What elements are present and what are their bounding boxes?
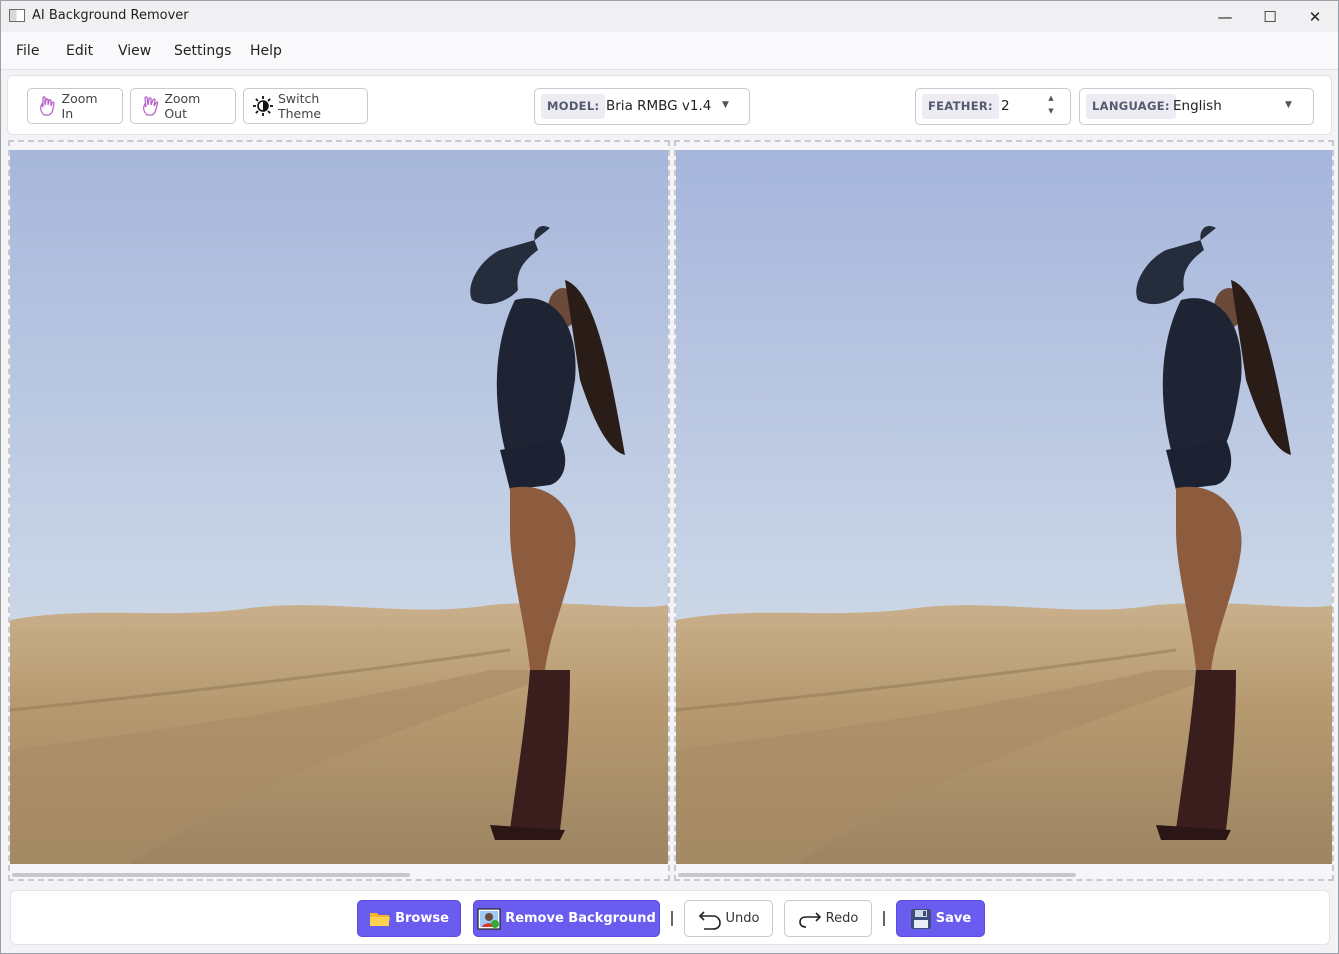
zoom-in-button[interactable]: Zoom In xyxy=(27,88,123,124)
hand-pinch-icon xyxy=(36,94,58,118)
original-image-pane[interactable] xyxy=(8,140,670,881)
app-icon xyxy=(9,9,25,22)
action-bar: Browse Remove Background Undo Redo Save xyxy=(10,890,1330,945)
undo-label: Undo xyxy=(725,911,760,926)
redo-arrow-icon xyxy=(798,910,822,928)
menu-bar: File Edit View Settings Help xyxy=(1,32,1338,70)
floppy-disk-icon xyxy=(910,908,932,930)
model-select[interactable]: MODEL: Bria RMBG v1.4 ▼ xyxy=(534,88,750,125)
switch-theme-label: Switch Theme xyxy=(278,91,322,121)
menu-view[interactable]: View xyxy=(118,43,151,59)
theme-sun-icon xyxy=(252,94,274,118)
browse-label: Browse xyxy=(395,911,449,926)
spin-down-icon[interactable]: ▼ xyxy=(1042,107,1060,119)
folder-icon xyxy=(369,910,391,928)
menu-settings[interactable]: Settings xyxy=(174,43,231,59)
image-remove-icon xyxy=(477,907,501,930)
result-photo xyxy=(676,150,1332,864)
spin-up-icon[interactable]: ▲ xyxy=(1042,94,1060,106)
model-value: Bria RMBG v1.4 xyxy=(606,98,712,114)
undo-button[interactable]: Undo xyxy=(684,900,773,937)
maximize-button[interactable]: ☐ xyxy=(1247,1,1293,32)
separator xyxy=(883,911,885,926)
hand-spread-icon xyxy=(139,94,160,118)
model-label: MODEL: xyxy=(541,94,606,119)
zoom-out-label: Zoom Out xyxy=(164,91,201,121)
remove-background-button[interactable]: Remove Background xyxy=(473,900,660,937)
separator xyxy=(671,911,673,926)
redo-button[interactable]: Redo xyxy=(784,900,872,937)
menu-file[interactable]: File xyxy=(16,43,39,59)
original-photo xyxy=(10,150,668,864)
result-image-pane[interactable] xyxy=(674,140,1334,881)
zoom-out-button[interactable]: Zoom Out xyxy=(130,88,236,124)
horizontal-scrollbar[interactable] xyxy=(12,873,410,877)
save-button[interactable]: Save xyxy=(896,900,985,937)
toolbar: Zoom In Zoom Out Switch Theme MODEL: Bri… xyxy=(7,75,1332,135)
title-bar: AI Background Remover — ☐ ✕ xyxy=(1,1,1338,32)
close-button[interactable]: ✕ xyxy=(1292,1,1338,32)
menu-help[interactable]: Help xyxy=(250,43,282,59)
feather-label: FEATHER: xyxy=(922,94,999,119)
zoom-in-label: Zoom In xyxy=(61,91,98,121)
horizontal-scrollbar[interactable] xyxy=(678,873,1076,877)
undo-arrow-icon xyxy=(698,908,722,930)
language-value: English xyxy=(1173,98,1222,114)
window-title: AI Background Remover xyxy=(32,8,189,23)
feather-spinbox[interactable]: FEATHER: 2 ▲ ▼ xyxy=(915,88,1071,125)
feather-value: 2 xyxy=(1001,98,1010,114)
app-window: AI Background Remover — ☐ ✕ File Edit Vi… xyxy=(0,0,1339,954)
minimize-button[interactable]: — xyxy=(1202,1,1248,32)
redo-label: Redo xyxy=(825,911,859,926)
switch-theme-button[interactable]: Switch Theme xyxy=(243,88,368,124)
remove-background-label: Remove Background xyxy=(505,911,656,926)
save-label: Save xyxy=(935,911,972,926)
language-label: LANGUAGE: xyxy=(1086,94,1176,119)
menu-edit[interactable]: Edit xyxy=(66,43,93,59)
chevron-down-icon: ▼ xyxy=(1285,100,1292,110)
language-select[interactable]: LANGUAGE: English ▼ xyxy=(1079,88,1314,125)
chevron-down-icon: ▼ xyxy=(722,100,729,110)
browse-button[interactable]: Browse xyxy=(357,900,461,937)
